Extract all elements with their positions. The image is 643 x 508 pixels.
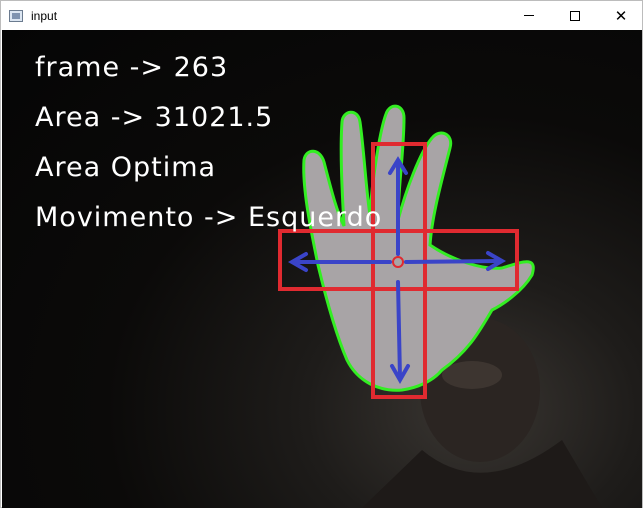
glasses-area (442, 361, 502, 389)
arrow-down (396, 280, 402, 380)
maximize-button[interactable] (552, 1, 598, 30)
camera-view: frame -> 263 Area -> 31021.5 Area Optima… (2, 30, 642, 508)
area-value: Area -> 31021.5 (35, 102, 274, 133)
area-status: Area Optima (35, 152, 217, 183)
minimize-button[interactable] (506, 1, 552, 30)
movement-direction: Movimento -> Esquerdo (35, 202, 383, 233)
frame-counter: frame -> 263 (35, 52, 229, 83)
minimize-icon (524, 15, 534, 16)
title-bar[interactable]: input ✕ (1, 1, 642, 30)
close-icon: ✕ (614, 7, 628, 25)
close-button[interactable]: ✕ (598, 1, 643, 30)
window-title: input (31, 8, 58, 23)
arrow-right (404, 259, 502, 264)
maximize-icon (570, 10, 580, 21)
app-icon (9, 9, 23, 22)
window: input ✕ frame -> 263 Area -> 31021.5 Are… (0, 0, 643, 508)
